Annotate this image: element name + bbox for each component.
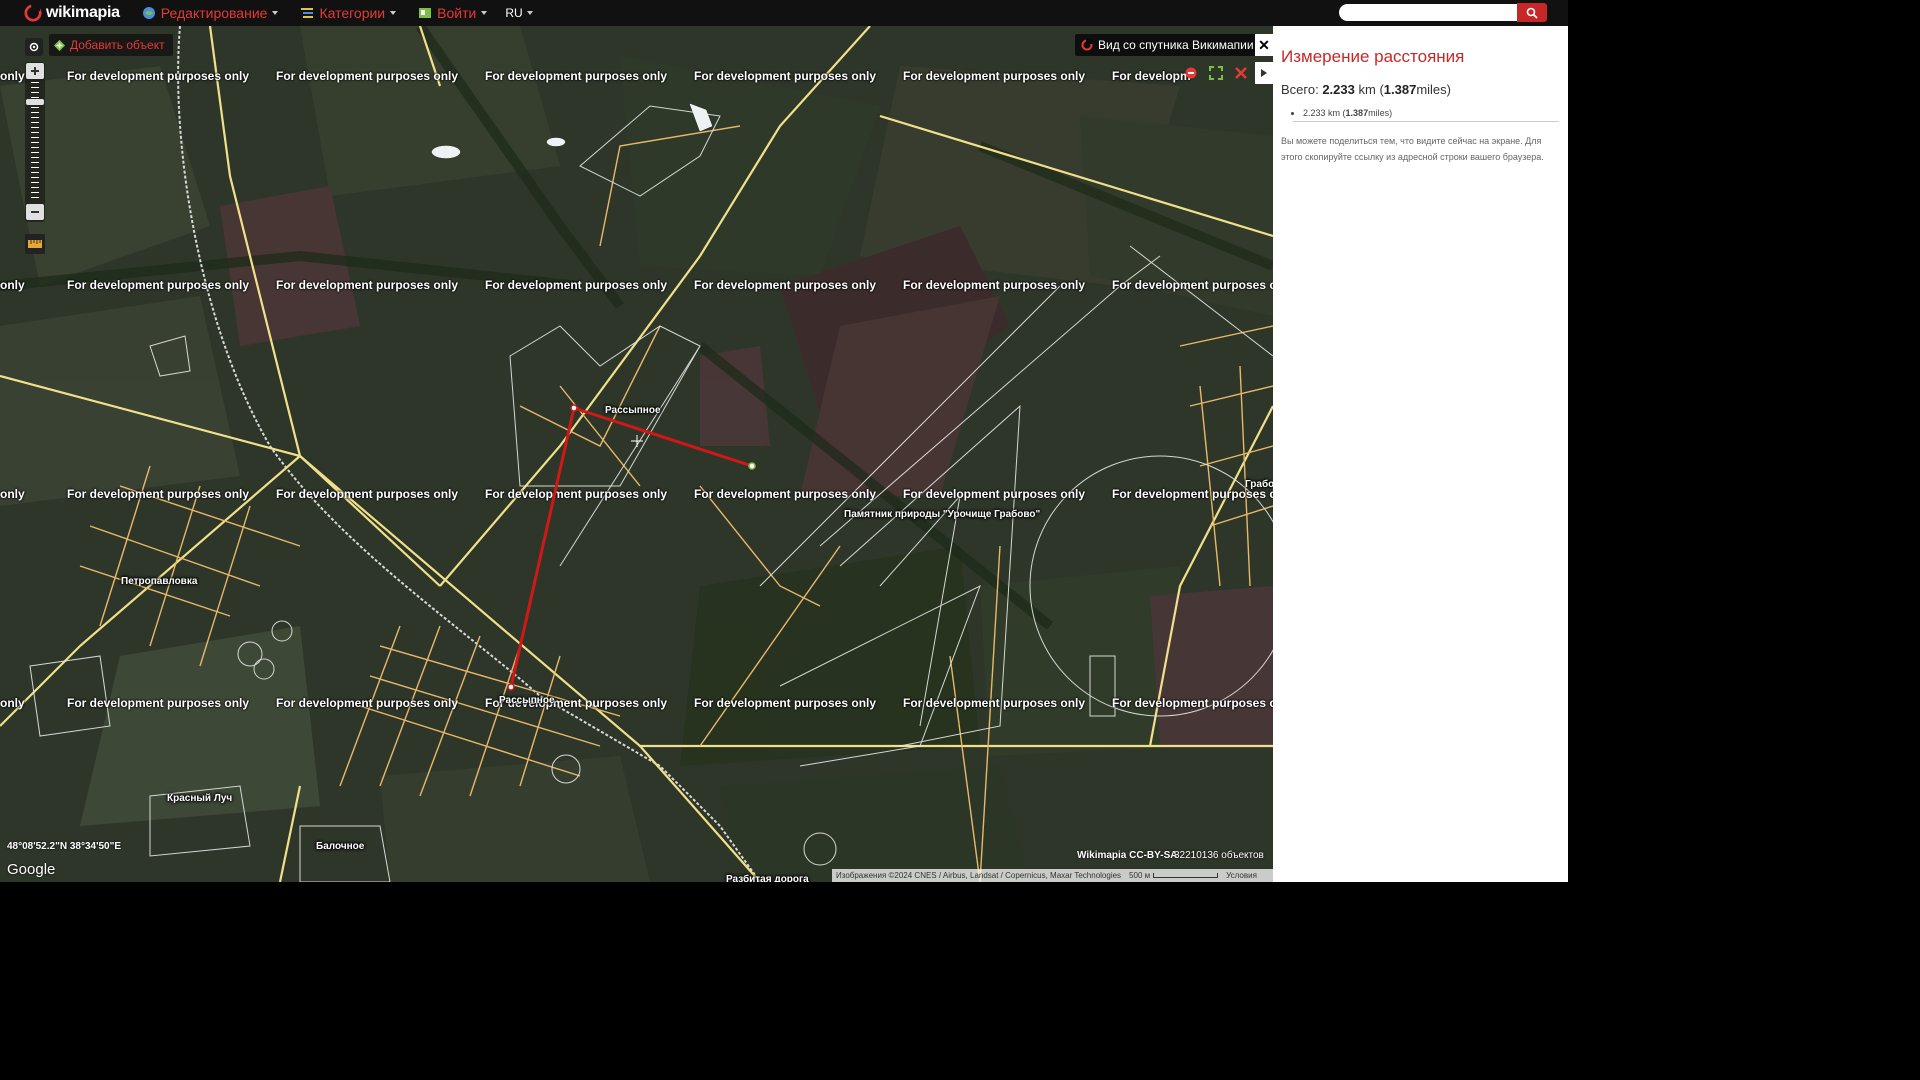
language-label: RU [505, 6, 523, 20]
chevron-down-icon [390, 11, 397, 15]
map-attribution: Изображения ©2024 CNES / Airbus, Landsat… [832, 869, 1273, 882]
google-logo: Google [7, 861, 56, 878]
segment-km-unit: km ( [1328, 108, 1346, 118]
language-selector[interactable]: RU [505, 6, 533, 20]
measure-end-point[interactable] [748, 462, 756, 470]
satellite-view-toggle[interactable]: Вид со спутника Викимапии [1075, 34, 1262, 56]
add-object-button[interactable]: Добавить объект [49, 34, 173, 56]
total-prefix: Всего: [1281, 82, 1319, 97]
scale-label: 500 м [1129, 871, 1151, 880]
measure-fit-button[interactable] [1206, 64, 1226, 82]
panel-title: Измерение расстояния [1281, 47, 1465, 66]
plus-icon [31, 67, 39, 75]
locate-button[interactable] [25, 38, 43, 56]
measure-undo-button[interactable] [1181, 64, 1201, 82]
segment-km: 2.233 [1303, 108, 1326, 118]
menu-login[interactable]: Войти [418, 5, 488, 21]
minus-icon [31, 211, 39, 213]
search-icon [1526, 7, 1538, 19]
zoom-out-button[interactable] [26, 204, 44, 220]
chevron-down-icon [481, 11, 488, 15]
total-km: 2.233 [1322, 82, 1355, 97]
segment-miles-unit: miles) [1368, 108, 1393, 118]
share-hint: Вы можете поделиться тем, что видите сей… [1281, 136, 1544, 162]
wikimapia-logo-icon [24, 4, 42, 22]
logo-text: wikimapia [46, 4, 120, 21]
menu-categories[interactable]: Категории [300, 5, 397, 21]
cursor-coordinates: 48°08'52.2"N 38°34'50"E [7, 841, 121, 852]
menu-edit[interactable]: Редактирование [142, 5, 279, 21]
menu-login-label: Войти [437, 5, 477, 21]
scale-bar [1153, 873, 1219, 878]
measure-clear-button[interactable] [1231, 64, 1251, 82]
total-miles-unit: miles) [1416, 82, 1451, 97]
satellite-view-label: Вид со спутника Викимапии [1098, 38, 1254, 52]
search-button[interactable] [1517, 3, 1547, 22]
measure-path [507, 404, 756, 691]
map-canvas[interactable]: only For development purposes only For d… [0, 26, 1273, 882]
wikimapia-logo[interactable]: wikimapia [24, 4, 120, 22]
globe-pencil-icon [142, 7, 155, 19]
zoom-control [25, 62, 45, 222]
fit-bounds-icon [1209, 66, 1223, 80]
total-km-unit: km ( [1358, 82, 1384, 97]
measure-vertex-point[interactable] [570, 404, 578, 412]
object-count: 32210136 объектов [1174, 850, 1264, 861]
top-bar: wikimapia Редактирование Категории Войти… [0, 0, 1273, 26]
zoom-in-button[interactable] [26, 63, 44, 79]
wikimapia-logo-icon [1081, 39, 1093, 51]
segment-list: 2.233 km (1.387miles) [1303, 108, 1392, 118]
segment-miles: 1.387 [1345, 108, 1369, 118]
side-panel: Измерение расстояния Всего: 2.233 km (1.… [1273, 0, 1568, 882]
search-input[interactable] [1339, 4, 1517, 21]
measure-line [509, 406, 753, 688]
chevron-down-icon [272, 11, 279, 15]
terms-link[interactable]: Условия [1226, 871, 1257, 880]
login-card-icon [419, 8, 432, 18]
category-list-icon [301, 8, 314, 18]
ruler-icon [28, 240, 42, 248]
collapse-panel-button[interactable] [1255, 62, 1273, 84]
zoom-slider-thumb[interactable] [26, 99, 44, 106]
total-miles: 1.387 [1383, 82, 1417, 97]
ruler-button[interactable] [25, 234, 45, 254]
measure-start-point[interactable] [507, 683, 515, 691]
caret-right-icon [1261, 69, 1267, 77]
close-icon [1235, 67, 1247, 79]
add-place-icon [53, 39, 66, 51]
close-icon: ✕ [1258, 36, 1270, 53]
imagery-credit: Изображения ©2024 CNES / Airbus, Landsat… [836, 871, 1122, 880]
crosshair-icon [631, 435, 643, 447]
menu-edit-label: Редактирование [160, 5, 268, 21]
add-object-label: Добавить объект [70, 38, 165, 52]
distance-total: Всего: 2.233 km (1.387miles) [1281, 82, 1451, 97]
search-bar [1273, 0, 1568, 26]
minus-circle-icon [1185, 67, 1197, 79]
segment-item: 2.233 km (1.387miles) [1303, 108, 1392, 118]
menu-categories-label: Категории [319, 5, 386, 21]
locate-icon [29, 42, 39, 52]
license-link[interactable]: Wikimapia CC-BY-SA [1077, 850, 1177, 861]
close-panel-button[interactable]: ✕ [1255, 34, 1273, 56]
chevron-down-icon [526, 11, 533, 15]
divider [1293, 121, 1559, 122]
